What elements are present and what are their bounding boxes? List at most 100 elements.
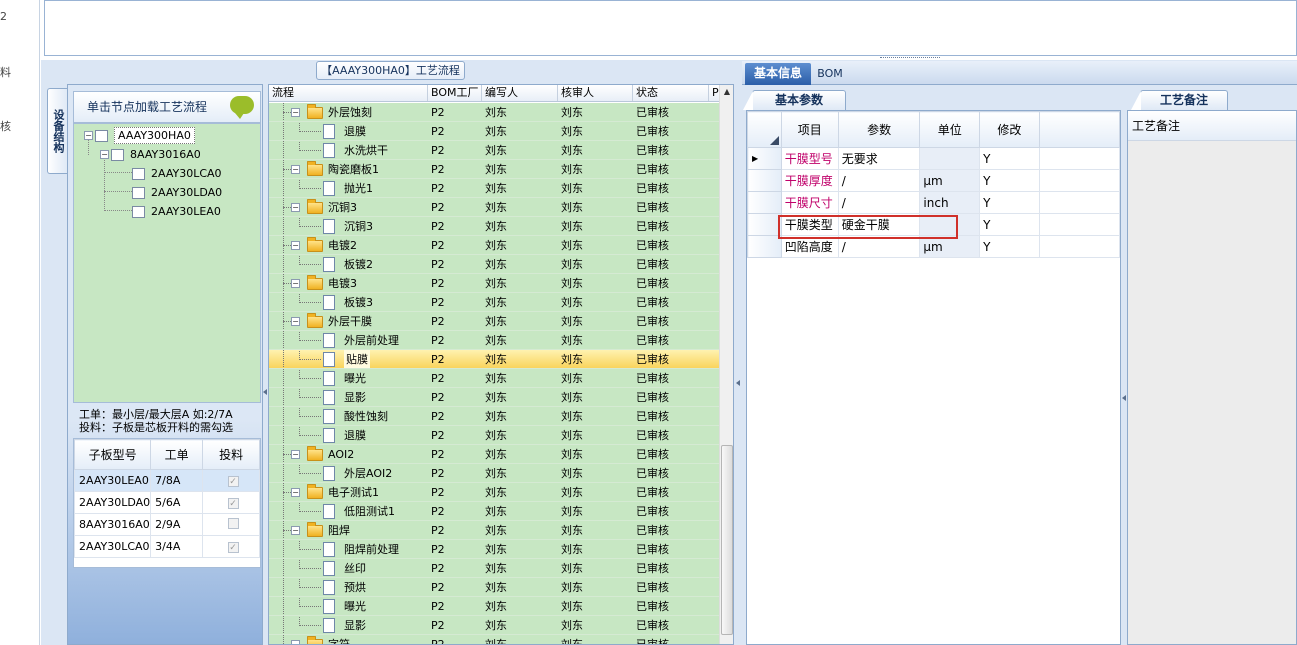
process-row[interactable]: 阻焊前处理 P2 刘东 刘东 已审核 [269,540,719,559]
process-row[interactable]: 曝光 P2 刘东 刘东 已审核 [269,597,719,616]
tree-node-leaf[interactable]: 2AAY30LEA0 [132,204,221,219]
collapse-icon[interactable]: − [291,488,300,497]
cell-writer: 刘东 [485,410,507,423]
collapse-icon[interactable]: − [291,450,300,459]
process-scrollbar[interactable]: ▲ [719,85,733,644]
process-row[interactable]: 外层AOI2 P2 刘东 刘东 已审核 [269,464,719,483]
process-row[interactable]: 丝印 P2 刘东 刘东 已审核 [269,559,719,578]
process-row[interactable]: 抛光1 P2 刘东 刘东 已审核 [269,179,719,198]
cell-bom: P2 [431,562,445,575]
col-header-unit[interactable]: 单位 [919,111,981,148]
process-row[interactable]: − 阻焊 P2 刘东 刘东 已审核 [269,521,719,540]
cell-model: 2AAY30LEA0 [73,469,152,492]
tab-device-structure[interactable]: 设备结构 [47,88,67,174]
cell-auditor: 刘东 [561,619,583,632]
process-row[interactable]: 退膜 P2 刘东 刘东 已审核 [269,426,719,445]
col-header-item[interactable]: 项目 [780,111,839,148]
node-icon [111,148,124,161]
process-row[interactable]: − 外层蚀刻 P2 刘东 刘东 已审核 [269,103,719,122]
tab-process-notes[interactable]: 工艺备注 [1131,90,1228,110]
process-row[interactable]: 退膜 P2 刘东 刘东 已审核 [269,122,719,141]
collapse-icon[interactable]: − [100,150,109,159]
col-header-status[interactable]: 状态 [633,85,709,101]
table-row[interactable]: 2AAY30LCA0 3/4A ✓ [73,535,260,558]
table-row[interactable]: 2AAY30LDA0 5/6A ✓ [73,491,260,514]
collapse-icon[interactable]: − [291,317,300,326]
process-row[interactable]: − 外层干膜 P2 刘东 刘东 已审核 [269,312,719,331]
col-header-order[interactable]: 工单 [150,439,204,470]
process-row[interactable]: 板镀2 P2 刘东 刘东 已审核 [269,255,719,274]
process-row[interactable]: 低阻测试1 P2 刘东 刘东 已审核 [269,502,719,521]
col-header-p[interactable]: P [709,85,719,101]
process-row[interactable]: 曝光 P2 刘东 刘东 已审核 [269,369,719,388]
collapse-icon[interactable]: − [291,203,300,212]
document-icon [323,580,335,595]
process-row[interactable]: − AOI2 P2 刘东 刘东 已审核 [269,445,719,464]
param-row[interactable]: ▶ 干膜型号 无要求 Y [747,147,1121,170]
scroll-thumb[interactable] [721,445,733,635]
process-row[interactable]: − 电镀3 P2 刘东 刘东 已审核 [269,274,719,293]
cell-param[interactable]: 无要求 [837,147,921,170]
param-row[interactable]: 干膜尺寸 / inch Y [747,191,1121,214]
param-row[interactable]: 干膜厚度 / μm Y [747,169,1121,192]
process-row[interactable]: 预烘 P2 刘东 刘东 已审核 [269,578,719,597]
tab-basic-info[interactable]: 基本信息 [745,63,811,85]
top-text-area[interactable] [44,0,1297,56]
cell-status: 已审核 [636,106,669,119]
collapse-icon[interactable]: − [84,131,93,140]
feed-checkbox[interactable]: ✓ [227,498,239,509]
process-notes-pane: 工艺备注 [1127,110,1297,645]
col-header-param[interactable]: 参数 [837,111,921,148]
col-header-writer[interactable]: 编写人 [482,85,558,101]
process-row[interactable]: 显影 P2 刘东 刘东 已审核 [269,616,719,635]
collapse-icon[interactable]: − [291,279,300,288]
col-header-edit[interactable]: 修改 [979,111,1040,148]
process-row[interactable]: 显影 P2 刘东 刘东 已审核 [269,388,719,407]
process-row[interactable]: 外层前处理 P2 刘东 刘东 已审核 [269,331,719,350]
tree-node-leaf[interactable]: 2AAY30LDA0 [132,185,222,200]
middle-splitter[interactable] [734,60,742,645]
process-row[interactable]: − 沉铜3 P2 刘东 刘东 已审核 [269,198,719,217]
col-header-model[interactable]: 子板型号 [73,439,152,470]
process-name: 显影 [344,391,366,404]
cell-auditor: 刘东 [561,296,583,309]
col-header-auditor[interactable]: 核审人 [558,85,633,101]
col-header-process[interactable]: 流程 [269,85,428,101]
process-row[interactable]: 水洗烘干 P2 刘东 刘东 已审核 [269,141,719,160]
document-icon [323,295,335,310]
collapse-icon[interactable]: − [291,108,300,117]
tree-node-child[interactable]: − 8AAY3016A0 [100,147,201,162]
scroll-up-icon[interactable]: ▲ [720,85,733,99]
collapse-icon[interactable]: − [291,165,300,174]
tab-bom[interactable]: BOM [812,63,848,85]
tree-node-leaf[interactable]: 2AAY30LCA0 [132,166,222,181]
cell-param[interactable]: / [837,169,921,192]
cell-param[interactable]: / [837,191,921,214]
tab-basic-params[interactable]: 基本参数 [743,90,846,110]
process-row[interactable]: − 字符 P2 刘东 刘东 已审核 [269,635,719,644]
col-header-feed[interactable]: 投料 [202,439,260,470]
collapse-icon[interactable]: − [291,241,300,250]
process-row[interactable]: 板镀3 P2 刘东 刘东 已审核 [269,293,719,312]
cell-empty [1038,191,1121,214]
process-row[interactable]: 沉铜3 P2 刘东 刘东 已审核 [269,217,719,236]
cell-unit: inch [919,191,981,214]
col-header-bom[interactable]: BOM工厂 [428,85,482,101]
feed-checkbox[interactable]: ✓ [227,542,239,553]
feed-checkbox[interactable]: ✓ [227,476,239,487]
process-row[interactable]: − 电子测试1 P2 刘东 刘东 已审核 [269,483,719,502]
process-row[interactable]: − 电镀2 P2 刘东 刘东 已审核 [269,236,719,255]
process-row[interactable]: − 陶瓷磨板1 P2 刘东 刘东 已审核 [269,160,719,179]
table-row[interactable]: 8AAY3016A0 2/9A [73,513,260,536]
collapse-icon[interactable]: − [291,640,300,644]
process-name: 低阻测试1 [344,505,395,518]
process-row[interactable]: 贴膜 P2 刘东 刘东 已审核 [269,350,719,369]
table-row[interactable]: 2AAY30LEA0 7/8A ✓ [73,469,260,492]
collapse-icon[interactable]: − [291,526,300,535]
cell-status: 已审核 [636,581,669,594]
cell-status: 已审核 [636,600,669,613]
tree-node-root[interactable]: − AAAY300HA0 [84,127,195,144]
process-row[interactable]: 酸性蚀刻 P2 刘东 刘东 已审核 [269,407,719,426]
cell-edit: Y [979,147,1040,170]
feed-checkbox[interactable] [227,517,239,529]
